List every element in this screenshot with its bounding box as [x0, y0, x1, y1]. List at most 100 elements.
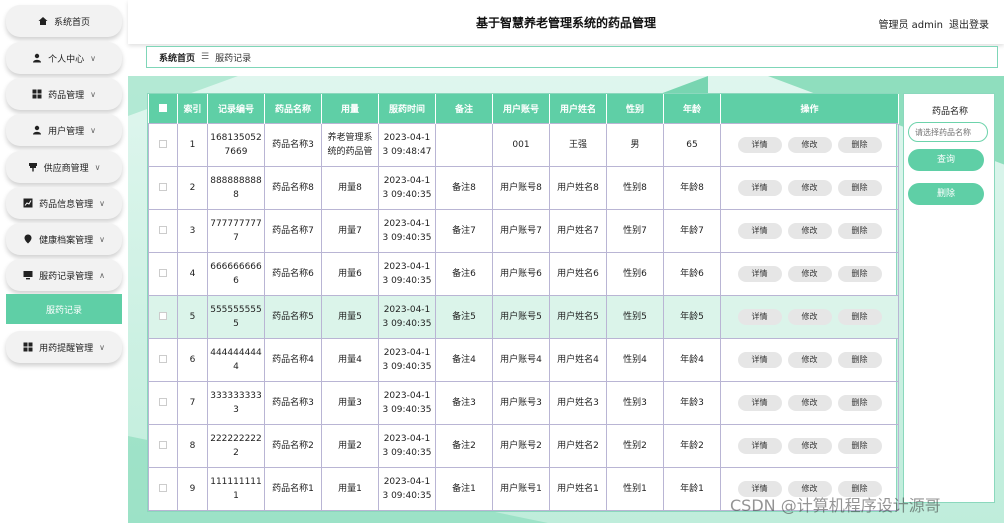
sidebar: 系统首页 个人中心 ∨ 药品管理 ∨ 用户管理 ∨ 供应商管理 ∨ 药品信息管理 ∨ 健康档案管理 ∨ 服…	[0, 0, 128, 523]
batch-delete-button[interactable]: 删除	[908, 183, 984, 205]
cell-name: 用户姓名6	[549, 251, 607, 296]
cell-index: 6	[177, 337, 208, 382]
sidebar-item-label: 药品管理	[48, 90, 85, 101]
sidebar-item-1[interactable]: 系统首页	[6, 5, 122, 37]
table-row[interactable]: 1 1681350527669 药品名称3 养老管理系统的药品管 2023-04-13 …	[148, 122, 899, 167]
select-all-checkbox[interactable]	[158, 103, 167, 112]
row-checkbox[interactable]	[159, 312, 167, 320]
cell-age: 65	[663, 122, 721, 167]
delete-button[interactable]: 删除	[837, 179, 882, 196]
delete-button[interactable]: 删除	[837, 136, 882, 153]
cell-drug: 药品名称2	[264, 423, 322, 468]
column-header: 操作	[720, 94, 899, 123]
cell-time: 2023-04-13 09:48:47	[378, 122, 436, 167]
delete-button[interactable]: 删除	[837, 394, 882, 411]
detail-button[interactable]: 详情	[737, 351, 782, 368]
detail-button[interactable]: 详情	[737, 308, 782, 325]
cell-age: 年龄1	[663, 466, 721, 511]
chevron-down-icon: ∨	[99, 234, 105, 244]
edit-button[interactable]: 修改	[787, 351, 832, 368]
sidebar-item-4[interactable]: 用户管理 ∨	[6, 114, 122, 146]
edit-button[interactable]: 修改	[787, 179, 832, 196]
table-row[interactable]: 4 6666666666 药品名称6 用量6 2023-04-13 09:40:35 备注…	[148, 251, 899, 296]
edit-button[interactable]: 修改	[787, 437, 832, 454]
delete-button[interactable]: 删除	[837, 265, 882, 282]
sidebar-item-5[interactable]: 供应商管理 ∨	[6, 151, 122, 183]
cell-drug: 药品名称3	[264, 122, 322, 167]
detail-button[interactable]: 详情	[737, 394, 782, 411]
edit-button[interactable]: 修改	[787, 308, 832, 325]
table-row[interactable]: 7 3333333333 药品名称3 用量3 2023-04-13 09:40:35 备注…	[148, 380, 899, 425]
cell-index: 9	[177, 466, 208, 511]
sidebar-item-9[interactable]: 用药提醒管理 ∨	[6, 331, 122, 363]
cell-index: 2	[177, 165, 208, 210]
row-checkbox[interactable]	[159, 398, 167, 406]
sidebar-item-label: 服药记录管理	[39, 271, 94, 282]
cell-dosage: 用量2	[321, 423, 379, 468]
row-actions: 详情 修改 删除	[720, 165, 899, 210]
detail-button[interactable]: 详情	[737, 136, 782, 153]
edit-button[interactable]: 修改	[787, 265, 832, 282]
cell-note: 备注5	[435, 294, 493, 339]
cell-dosage: 用量7	[321, 208, 379, 253]
detail-button[interactable]: 详情	[737, 265, 782, 282]
delete-button[interactable]: 删除	[837, 437, 882, 454]
cell-account: 用户账号3	[492, 380, 550, 425]
row-select-cell	[148, 294, 178, 339]
sidebar-item-label: 用药提醒管理	[39, 343, 94, 354]
select-all-header	[148, 94, 178, 123]
table-row[interactable]: 6 4444444444 药品名称4 用量4 2023-04-13 09:40:35 备注…	[148, 337, 899, 382]
row-checkbox[interactable]	[159, 183, 167, 191]
chevron-up-icon: ∧	[99, 270, 105, 280]
table-row[interactable]: 2 8888888888 药品名称8 用量8 2023-04-13 09:40:35 备注…	[148, 165, 899, 210]
row-checkbox[interactable]	[159, 484, 167, 492]
cell-drug: 药品名称3	[264, 380, 322, 425]
row-checkbox[interactable]	[159, 269, 167, 277]
cell-record-no: 3333333333	[207, 380, 265, 425]
chevron-down-icon: ∨	[90, 125, 96, 135]
query-button[interactable]: 查询	[908, 149, 984, 171]
grid-icon	[32, 89, 42, 99]
cell-note: 备注3	[435, 380, 493, 425]
delete-button[interactable]: 删除	[837, 222, 882, 239]
edit-button[interactable]: 修改	[787, 136, 832, 153]
logout-link[interactable]: 退出登录	[949, 20, 989, 31]
row-checkbox[interactable]	[159, 226, 167, 234]
column-header: 备注	[435, 94, 493, 123]
row-checkbox[interactable]	[159, 355, 167, 363]
detail-button[interactable]: 详情	[737, 437, 782, 454]
cell-name: 用户姓名1	[549, 466, 607, 511]
search-label: 药品名称	[931, 107, 968, 117]
cell-index: 5	[177, 294, 208, 339]
sidebar-subitem-medication-records[interactable]: 服药记录	[6, 294, 122, 324]
row-checkbox[interactable]	[159, 441, 167, 449]
home-icon	[38, 16, 48, 26]
breadcrumb-home[interactable]: 系统首页	[159, 51, 195, 64]
cell-note: 备注4	[435, 337, 493, 382]
detail-button[interactable]: 详情	[737, 222, 782, 239]
main-content: 索引 记录编号 药品名称 用量 服药时间 备注 用户账号 用户姓名 性别 年龄 操作 1 168135…	[128, 76, 1004, 523]
delete-button[interactable]: 删除	[837, 351, 882, 368]
row-select-cell	[148, 122, 178, 167]
cell-account: 用户账号5	[492, 294, 550, 339]
sidebar-item-2[interactable]: 个人中心 ∨	[6, 42, 122, 74]
edit-button[interactable]: 修改	[787, 222, 832, 239]
column-header: 记录编号	[207, 94, 265, 123]
table-row[interactable]: 5 5555555555 药品名称5 用量5 2023-04-13 09:40:35 备注…	[148, 294, 899, 339]
sidebar-item-8[interactable]: 服药记录管理 ∧	[6, 259, 122, 291]
detail-button[interactable]: 详情	[737, 179, 782, 196]
cell-name: 用户姓名3	[549, 380, 607, 425]
cell-index: 1	[177, 122, 208, 167]
person-icon	[32, 125, 42, 135]
cell-gender: 性别3	[606, 380, 664, 425]
drug-name-search-input[interactable]	[908, 122, 988, 142]
table-row[interactable]: 8 2222222222 药品名称2 用量2 2023-04-13 09:40:35 备注…	[148, 423, 899, 468]
edit-button[interactable]: 修改	[787, 394, 832, 411]
row-checkbox[interactable]	[159, 140, 167, 148]
sidebar-item-3[interactable]: 药品管理 ∨	[6, 78, 122, 110]
cell-dosage: 用量5	[321, 294, 379, 339]
sidebar-item-7[interactable]: 健康档案管理 ∨	[6, 223, 122, 255]
table-row[interactable]: 3 7777777777 药品名称7 用量7 2023-04-13 09:40:35 备注…	[148, 208, 899, 253]
delete-button[interactable]: 删除	[837, 308, 882, 325]
sidebar-item-6[interactable]: 药品信息管理 ∨	[6, 187, 122, 219]
